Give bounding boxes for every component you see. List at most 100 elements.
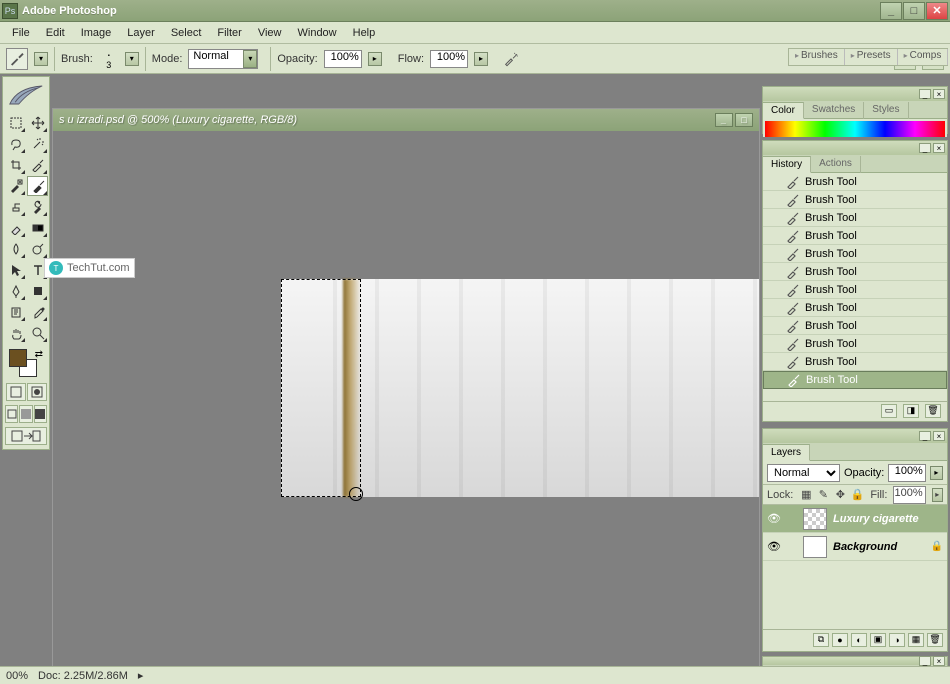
lock-all-icon[interactable]: 🔒 bbox=[850, 488, 864, 502]
menu-select[interactable]: Select bbox=[163, 24, 210, 42]
magic-wand-tool[interactable] bbox=[27, 134, 48, 154]
menu-edit[interactable]: Edit bbox=[38, 24, 73, 42]
layer-style-button[interactable]: ● bbox=[832, 633, 848, 647]
path-select-tool[interactable] bbox=[5, 260, 26, 280]
dodge-tool[interactable] bbox=[27, 239, 48, 259]
panel-close-button[interactable]: × bbox=[933, 89, 945, 99]
blend-mode-select[interactable]: Normal bbox=[767, 464, 840, 482]
canvas-area[interactable] bbox=[53, 131, 759, 662]
zoom-level[interactable]: 00% bbox=[6, 670, 28, 682]
history-item[interactable]: Brush Tool bbox=[763, 245, 947, 263]
menu-window[interactable]: Window bbox=[290, 24, 345, 42]
new-set-button[interactable]: ▣ bbox=[870, 633, 886, 647]
screen-standard-button[interactable] bbox=[5, 405, 18, 423]
new-snapshot-button[interactable]: ◨ bbox=[903, 404, 919, 418]
panel-close-button[interactable]: × bbox=[933, 143, 945, 153]
lasso-tool[interactable] bbox=[5, 134, 26, 154]
notes-tool[interactable] bbox=[5, 302, 26, 322]
color-ramp[interactable] bbox=[765, 121, 945, 137]
opacity-input[interactable]: 100% bbox=[324, 50, 362, 68]
panel-minimize-button[interactable]: _ bbox=[919, 656, 931, 666]
menu-help[interactable]: Help bbox=[345, 24, 384, 42]
marquee-tool[interactable] bbox=[5, 113, 26, 133]
close-button[interactable]: ✕ bbox=[926, 2, 948, 20]
history-item[interactable]: Brush Tool bbox=[763, 173, 947, 191]
history-brush-tool[interactable] bbox=[27, 197, 48, 217]
tab-color[interactable]: Color bbox=[763, 102, 804, 119]
lock-paint-icon[interactable]: ✎ bbox=[816, 488, 830, 502]
shape-tool[interactable] bbox=[27, 281, 48, 301]
layer-thumbnail[interactable] bbox=[803, 508, 827, 530]
history-item[interactable]: Brush Tool bbox=[763, 317, 947, 335]
menu-layer[interactable]: Layer bbox=[119, 24, 163, 42]
foreground-color-swatch[interactable] bbox=[9, 349, 27, 367]
menu-image[interactable]: Image bbox=[73, 24, 120, 42]
flow-dropdown[interactable]: ▸ bbox=[474, 52, 488, 66]
menu-file[interactable]: File bbox=[4, 24, 38, 42]
layer-row[interactable]: 👁 Luxury cigarette bbox=[763, 505, 947, 533]
minimize-button[interactable]: _ bbox=[880, 2, 902, 20]
delete-layer-button[interactable]: 🗑 bbox=[927, 633, 943, 647]
jump-to-imageready-button[interactable] bbox=[5, 427, 47, 445]
brush-dropdown[interactable]: ▾ bbox=[125, 52, 139, 66]
new-layer-button[interactable]: ▦ bbox=[908, 633, 924, 647]
history-item[interactable]: Brush Tool bbox=[763, 281, 947, 299]
quickmask-off-button[interactable] bbox=[6, 383, 26, 401]
dock-tab-brushes[interactable]: Brushes bbox=[789, 49, 845, 65]
tab-actions[interactable]: Actions bbox=[811, 156, 861, 173]
panel-close-button[interactable]: × bbox=[933, 431, 945, 441]
menu-filter[interactable]: Filter bbox=[209, 24, 249, 42]
history-item[interactable]: Brush Tool bbox=[763, 353, 947, 371]
adjustment-layer-button[interactable]: ◑ bbox=[889, 633, 905, 647]
panel-minimize-button[interactable]: _ bbox=[919, 431, 931, 441]
layer-mask-button[interactable]: ◐ bbox=[851, 633, 867, 647]
layer-name[interactable]: Luxury cigarette bbox=[833, 513, 943, 525]
zoom-tool[interactable] bbox=[27, 323, 48, 343]
slice-tool[interactable] bbox=[27, 155, 48, 175]
fill-input[interactable]: 100% bbox=[893, 486, 925, 504]
tab-styles[interactable]: Styles bbox=[864, 102, 908, 119]
eraser-tool[interactable] bbox=[5, 218, 26, 238]
screen-full-button[interactable] bbox=[34, 405, 47, 423]
history-item[interactable]: Brush Tool bbox=[763, 299, 947, 317]
visibility-icon[interactable]: 👁 bbox=[767, 512, 781, 526]
dock-tab-presets[interactable]: Presets bbox=[845, 49, 898, 65]
visibility-icon[interactable]: 👁 bbox=[767, 540, 781, 554]
hand-tool[interactable] bbox=[5, 323, 26, 343]
layer-name[interactable]: Background bbox=[833, 541, 925, 553]
fill-dropdown[interactable]: ▸ bbox=[932, 488, 943, 502]
airbrush-toggle[interactable] bbox=[500, 48, 522, 70]
maximize-button[interactable]: □ bbox=[903, 2, 925, 20]
layer-thumbnail[interactable] bbox=[803, 536, 827, 558]
blur-tool[interactable] bbox=[5, 239, 26, 259]
pen-tool[interactable] bbox=[5, 281, 26, 301]
layer-list[interactable]: 👁Luxury cigarette👁Background🔒 bbox=[763, 505, 947, 561]
move-tool[interactable] bbox=[27, 113, 48, 133]
lock-position-icon[interactable]: ✥ bbox=[833, 488, 847, 502]
clone-stamp-tool[interactable] bbox=[5, 197, 26, 217]
tab-swatches[interactable]: Swatches bbox=[804, 102, 864, 119]
document-titlebar[interactable]: s u izradi.psd @ 500% (Luxury cigarette,… bbox=[53, 109, 759, 131]
menu-view[interactable]: View bbox=[250, 24, 290, 42]
blend-mode-select[interactable]: Normal ▾ bbox=[188, 49, 258, 69]
history-item[interactable]: Brush Tool bbox=[763, 227, 947, 245]
panel-close-button[interactable]: × bbox=[933, 656, 945, 666]
panel-minimize-button[interactable]: _ bbox=[919, 89, 931, 99]
history-item[interactable]: Brush Tool bbox=[763, 263, 947, 281]
crop-tool[interactable] bbox=[5, 155, 26, 175]
brush-tool[interactable] bbox=[27, 176, 48, 196]
history-item[interactable]: Brush Tool bbox=[763, 209, 947, 227]
screen-full-menus-button[interactable] bbox=[19, 405, 32, 423]
new-doc-from-state-button[interactable]: ▭ bbox=[881, 404, 897, 418]
quickmask-on-button[interactable] bbox=[27, 383, 47, 401]
layer-row[interactable]: 👁Background🔒 bbox=[763, 533, 947, 561]
brush-picker[interactable]: · 3 bbox=[99, 47, 119, 70]
healing-tool[interactable] bbox=[5, 176, 26, 196]
tab-layers[interactable]: Layers bbox=[763, 444, 810, 461]
tool-preset-picker[interactable] bbox=[6, 48, 28, 70]
history-list[interactable]: Brush ToolBrush ToolBrush ToolBrush Tool… bbox=[763, 173, 947, 401]
history-item[interactable]: Brush Tool bbox=[763, 335, 947, 353]
link-layers-icon[interactable]: ⧉ bbox=[813, 633, 829, 647]
lock-transparency-icon[interactable]: ▦ bbox=[799, 488, 813, 502]
opacity-dropdown[interactable]: ▸ bbox=[930, 466, 943, 480]
